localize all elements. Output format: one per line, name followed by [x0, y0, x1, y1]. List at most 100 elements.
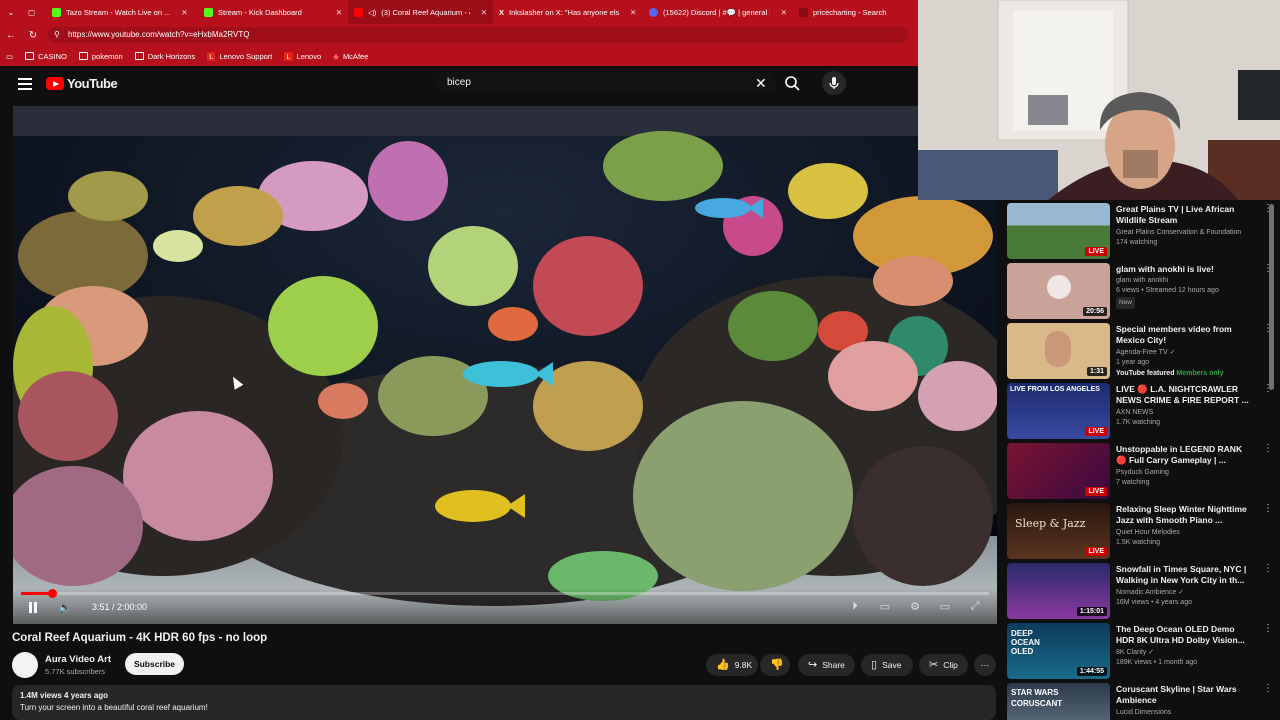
recommendation-item[interactable]: DEEP OCEAN OLED 1:44:55 The Deep Ocean O…	[1007, 623, 1273, 681]
theater-mode-icon[interactable]: ▭	[937, 600, 953, 613]
more-actions-button[interactable]: ⋯	[974, 654, 996, 676]
share-button[interactable]: ↪ Share	[798, 654, 855, 676]
video-thumbnail[interactable]: 20:56	[1007, 263, 1110, 319]
video-thumbnail[interactable]: 1:15:01	[1007, 563, 1110, 619]
recommendation-item[interactable]: LIVE FROM LOS ANGELES LIVE LIVE 🔴 L.A. N…	[1007, 383, 1273, 441]
tab-groups-icon[interactable]: ▢	[22, 0, 46, 24]
recommendation-channel[interactable]: Nomadic Ambience ✓	[1116, 588, 1184, 598]
more-vert-icon[interactable]: ⋮	[1263, 563, 1273, 574]
close-icon[interactable]: ✕	[630, 8, 636, 17]
voice-search-button[interactable]	[822, 71, 846, 95]
bookmark-pokemon[interactable]: pokemon	[78, 51, 123, 61]
tab-x-inkslasher[interactable]: X Inkslasher on X: "Has anyone else ✕	[493, 0, 643, 24]
webcam-overlay	[918, 0, 1280, 200]
tab-pricecharting[interactable]: pricecharting - Search	[793, 0, 913, 24]
recommendation-item[interactable]: LIVE Great Plains TV | Live African Wild…	[1007, 203, 1273, 261]
bookmark-lenovo[interactable]: L Lenovo	[284, 51, 321, 61]
more-vert-icon[interactable]: ⋮	[1263, 503, 1273, 514]
logo-text: YouTube	[67, 76, 118, 91]
recommendation-title[interactable]: LIVE 🔴 L.A. NIGHTCRAWLER NEWS CRIME & FI…	[1116, 384, 1251, 406]
time-display: 3:51 / 2:00:00	[92, 602, 148, 612]
tab-coral-reef[interactable]: ◁) (3) Coral Reef Aquarium - 4K ✕	[348, 0, 493, 24]
recommendation-channel[interactable]: Quiet Hour Melodies	[1116, 528, 1180, 538]
sidebar-scrollbar[interactable]	[1269, 204, 1274, 390]
mcafee-icon: ◆	[333, 51, 339, 61]
search-icon	[785, 76, 800, 91]
bookmark-mcafee[interactable]: ◆ McAfee	[333, 52, 368, 61]
recommendation-title[interactable]: Special members video from Mexico City!	[1116, 324, 1251, 346]
recommendation-title[interactable]: Snowfall in Times Square, NYC | Walking …	[1116, 564, 1251, 586]
video-thumbnail[interactable]: STAR WARS CORUSCANT	[1007, 683, 1110, 720]
clear-search-icon[interactable]: ✕	[755, 75, 767, 92]
recommendation-channel[interactable]: AXN NEWS	[1116, 408, 1153, 418]
recommendation-item[interactable]: 1:31 Special members video from Mexico C…	[1007, 323, 1273, 381]
bookmark-lenovo-support[interactable]: L Lenovo Support	[207, 51, 272, 61]
description-box[interactable]: 1.4M views 4 years ago Turn your screen …	[12, 685, 996, 720]
video-thumbnail[interactable]: LIVE	[1007, 443, 1110, 499]
recommendation-meta: 189K views • 1 month ago	[1116, 659, 1198, 666]
subscribe-button[interactable]: Subscribe	[125, 653, 184, 675]
menu-icon[interactable]	[18, 78, 32, 90]
url-field[interactable]: ⚲ https://www.youtube.com/watch?v=eHxbMa…	[48, 27, 908, 43]
bookmark-label: pokemon	[91, 51, 123, 61]
recommendation-item[interactable]: 1:15:01 Snowfall in Times Square, NYC | …	[1007, 563, 1273, 621]
tab-discord[interactable]: (15622) Discord | #💬 | general | ... ✕	[643, 0, 793, 24]
subtitles-icon[interactable]: ▭	[877, 600, 893, 613]
recommendation-title[interactable]: The Deep Ocean OLED Demo HDR 8K Ultra HD…	[1116, 624, 1251, 646]
scrubber-handle[interactable]	[47, 589, 57, 598]
tab-search-icon[interactable]: ⌄	[0, 8, 22, 17]
video-thumbnail[interactable]: LIVE	[1007, 203, 1110, 259]
bookmark-casino[interactable]: CASINO	[25, 52, 67, 61]
video-thumbnail[interactable]: DEEP OCEAN OLED 1:44:55	[1007, 623, 1110, 679]
close-icon[interactable]: ✕	[781, 8, 787, 17]
video-thumbnail[interactable]: 1:31	[1007, 323, 1110, 379]
recommendation-channel[interactable]: Great Plains Conservation & Foundation	[1116, 228, 1256, 238]
recommendation-item[interactable]: LIVE Unstoppable in LEGEND RANK 🔴 Full C…	[1007, 443, 1273, 501]
recommendation-title[interactable]: Coruscant Skyline | Star Wars Ambience	[1116, 684, 1251, 706]
video-player[interactable]: 🔈 3:51 / 2:00:00 ⏵ ▭ ⚙ ▭ ⤢	[13, 106, 997, 624]
back-icon[interactable]: ←	[0, 30, 22, 41]
more-vert-icon[interactable]: ⋮	[1263, 683, 1273, 694]
speaker-icon[interactable]: ◁)	[368, 8, 376, 17]
search-input[interactable]: bicep	[436, 72, 776, 94]
bookmark-dark-horizons[interactable]: Dark Horizons	[134, 52, 195, 61]
recommendation-item[interactable]: STAR WARS CORUSCANT Coruscant Skyline | …	[1007, 683, 1273, 720]
tab-kick-dashboard[interactable]: Stream - Kick Dashboard ✕	[198, 0, 348, 24]
more-vert-icon[interactable]: ⋮	[1263, 443, 1273, 454]
channel-avatar[interactable]	[12, 652, 38, 678]
youtube-logo[interactable]: YouTube	[46, 76, 118, 91]
site-info-icon[interactable]: ⚲	[54, 27, 60, 43]
video-thumbnail[interactable]: Sleep & Jazz LIVE	[1007, 503, 1110, 559]
recommendation-title[interactable]: Great Plains TV | Live African Wildlife …	[1116, 204, 1251, 226]
recommendation-item[interactable]: Sleep & Jazz LIVE Relaxing Sleep Winter …	[1007, 503, 1273, 561]
save-button[interactable]: ▯ Save	[861, 654, 913, 676]
like-button[interactable]: 👍 9.8K	[706, 654, 758, 676]
recommendation-channel[interactable]: Agenda-Free TV ✓	[1116, 348, 1175, 358]
recommendation-title[interactable]: Unstoppable in LEGEND RANK 🔴 Full Carry …	[1116, 444, 1251, 466]
volume-icon[interactable]: 🔈	[58, 601, 72, 614]
close-icon[interactable]: ✕	[481, 8, 487, 17]
clip-button[interactable]: ✂ Clip	[919, 654, 968, 676]
recommendation-title[interactable]: Relaxing Sleep Winter Nighttime Jazz wit…	[1116, 504, 1251, 526]
video-thumbnail[interactable]: LIVE FROM LOS ANGELES LIVE	[1007, 383, 1110, 439]
close-icon[interactable]: ✕	[181, 8, 187, 17]
settings-gear-icon[interactable]: ⚙	[907, 600, 923, 613]
pause-button[interactable]	[27, 602, 39, 614]
recommendation-channel[interactable]: 8K Clarity ✓	[1116, 648, 1154, 658]
dislike-button[interactable]: 👎	[760, 654, 790, 676]
channel-name[interactable]: Aura Video Art	[45, 654, 111, 665]
recommendation-channel[interactable]: Lucid Dimensions	[1116, 708, 1171, 718]
more-vert-icon[interactable]: ⋮	[1263, 623, 1273, 634]
reload-icon[interactable]: ↻	[22, 30, 44, 41]
recommendation-title[interactable]: glam with anokhi is live!	[1116, 264, 1251, 275]
recommendation-channel[interactable]: glam with anokhi	[1116, 276, 1168, 286]
fullscreen-icon[interactable]: ⤢	[967, 600, 983, 613]
bookmarks-menu-icon[interactable]: ▭	[6, 52, 13, 61]
tab-kick-stream[interactable]: Tazo Stream - Watch Live on ... ✕	[46, 0, 198, 24]
autoplay-toggle-icon[interactable]: ⏵	[847, 600, 863, 613]
recommendation-channel[interactable]: Psyduck Gaming	[1116, 468, 1169, 478]
close-icon[interactable]: ✕	[336, 8, 342, 17]
progress-bar[interactable]	[21, 589, 989, 598]
search-button[interactable]	[780, 72, 804, 94]
recommendation-item[interactable]: 20:56 glam with anokhi is live! glam wit…	[1007, 263, 1273, 321]
